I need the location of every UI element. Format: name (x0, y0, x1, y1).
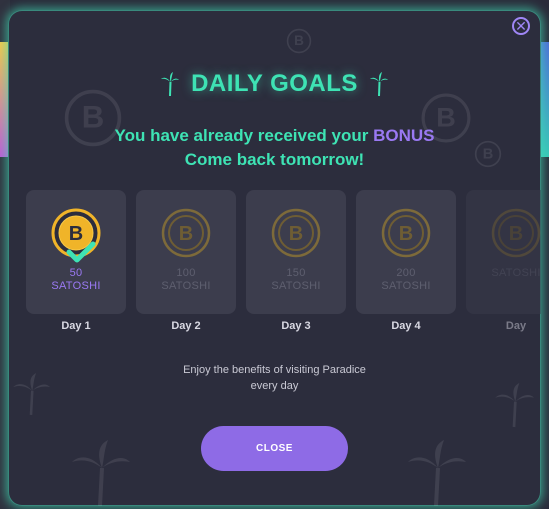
day-card: B SATOSHI (466, 190, 541, 314)
day-label: Day 4 (391, 320, 421, 332)
daily-rewards-row: B 50 SATOSHI Day 1 B 100 SATOSHI Day 2 B… (26, 190, 541, 350)
bonus-message: You have already received your BONUS (8, 126, 541, 146)
modal-title: DAILY GOALS (191, 70, 358, 97)
bitcoin-coin-icon: B (271, 208, 321, 258)
day-card: B 50 SATOSHI (26, 190, 126, 314)
day-label: Day 2 (171, 320, 201, 332)
enjoy-line-2: every day (250, 380, 299, 392)
day-label: Day (505, 320, 527, 332)
day-card: B 150 SATOSHI (246, 190, 346, 314)
palm-tree-icon (161, 72, 180, 96)
day-reward-3: B 150 SATOSHI Day 3 (246, 190, 346, 332)
day-card: B 100 SATOSHI (136, 190, 236, 314)
reward-amount: 150 SATOSHI (271, 267, 321, 292)
bitcoin-coin-icon: B (161, 208, 211, 258)
svg-text:B: B (179, 223, 193, 245)
day-reward-2: B 100 SATOSHI Day 2 (136, 190, 236, 332)
palm-tree-icon (369, 72, 388, 96)
svg-text:B: B (509, 223, 523, 245)
day-reward-4: B 200 SATOSHI Day 4 (356, 190, 456, 332)
checkmark-icon (66, 241, 96, 263)
svg-text:B: B (294, 33, 304, 48)
reward-amount: 100 SATOSHI (161, 267, 211, 292)
svg-text:B: B (399, 223, 413, 245)
palm-tree-icon (408, 440, 466, 506)
bonus-highlight: BONUS (373, 126, 435, 145)
reward-amount: SATOSHI (491, 267, 541, 279)
reward-amount: 200 SATOSHI (381, 267, 431, 292)
background-banner-left (0, 42, 8, 157)
daily-goals-modal: B B B B ✕ DAILY GOALS You have already r… (8, 10, 541, 506)
bitcoin-coin-icon: B (381, 208, 431, 258)
enjoy-message: Enjoy the benefits of visiting Paradice … (8, 362, 541, 394)
bonus-message-text: You have already received your (114, 126, 374, 145)
enjoy-line-1: Enjoy the benefits of visiting Paradice (183, 364, 366, 376)
svg-text:B: B (289, 223, 303, 245)
day-label: Day 3 (281, 320, 311, 332)
come-back-message: Come back tomorrow! (184, 150, 365, 169)
day-reward-5: B SATOSHI Day (466, 190, 541, 332)
day-card: B 200 SATOSHI (356, 190, 456, 314)
day-reward-1: B 50 SATOSHI Day 1 (26, 190, 126, 332)
close-button[interactable]: CLOSE (201, 426, 348, 471)
day-label: Day 1 (61, 320, 91, 332)
bitcoin-coin-icon: B (491, 208, 541, 258)
background-banner-right (541, 42, 549, 157)
close-icon[interactable]: ✕ (512, 17, 530, 35)
bitcoin-watermark-icon: B (286, 28, 312, 54)
palm-tree-icon (72, 440, 130, 506)
reward-amount: 50 SATOSHI (51, 267, 101, 292)
modal-header: DAILY GOALS (8, 70, 541, 98)
